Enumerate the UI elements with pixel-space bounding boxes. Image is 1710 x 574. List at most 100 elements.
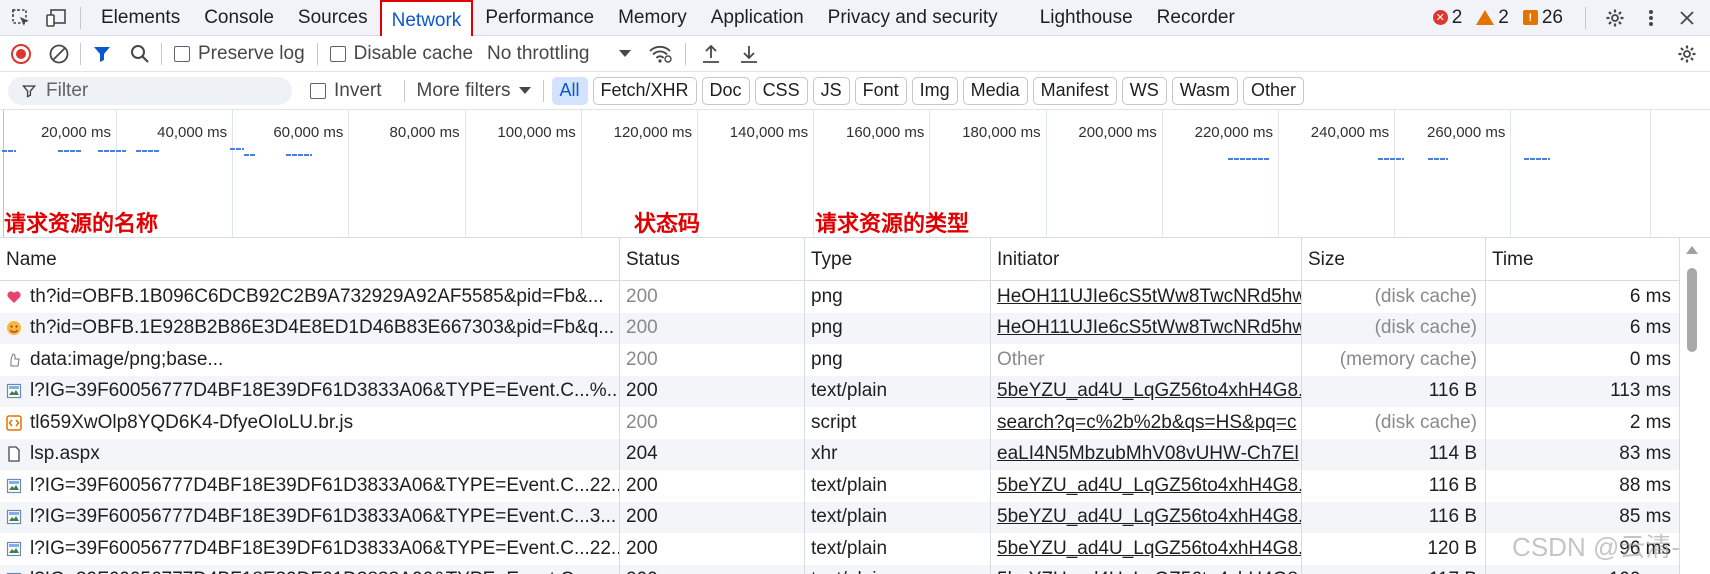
filter-funnel-icon[interactable] [83, 36, 121, 72]
filter-bar: Filter Invert More filters All Fetch/XHR D… [0, 72, 1710, 110]
timeline-gridline [1161, 110, 1163, 237]
cell-name: th?id=OBFB.1B096C6DCB92C2B9A732929A92AF5… [0, 281, 620, 313]
export-har-icon[interactable] [730, 36, 768, 72]
cell-size: 116 B [1302, 375, 1486, 407]
table-row[interactable]: th?id=OBFB.1E928B2B86E3D4E8ED1D46B83E667… [0, 312, 1680, 344]
tab-performance[interactable]: Performance [473, 0, 606, 36]
column-header-type[interactable]: Type [805, 238, 991, 281]
cell-name: lsp.aspx [0, 438, 620, 470]
tab-application[interactable]: Application [699, 0, 816, 36]
filter-chip-media[interactable]: Media [962, 76, 1028, 105]
throttling-select[interactable]: No throttling [487, 43, 632, 65]
more-filters-dropdown[interactable]: More filters [417, 80, 531, 102]
table-row[interactable]: l?IG=39F60056777D4BF18E39DF61D3833A06&TY… [0, 375, 1680, 407]
cell-initiator[interactable]: 5beYZU_ad4U_LqGZ56to4xhH4G8.b [991, 501, 1302, 533]
warning-count[interactable]: 2 [1476, 7, 1509, 29]
more-options-icon[interactable] [1636, 0, 1666, 36]
network-conditions-icon[interactable] [641, 36, 679, 72]
column-header-initiator[interactable]: Initiator [991, 238, 1302, 281]
tab-sources[interactable]: Sources [286, 0, 380, 36]
filter-chip-wasm[interactable]: Wasm [1171, 76, 1239, 105]
filter-chip-other[interactable]: Other [1243, 76, 1305, 105]
cell-initiator[interactable]: search?q=c%2b%2b&qs=HS&pq=c [991, 407, 1302, 439]
filter-input[interactable]: Filter [8, 76, 292, 105]
request-name-text: th?id=OBFB.1E928B2B86E3D4E8ED1D46B83E667… [30, 317, 615, 339]
checkbox-box[interactable] [329, 45, 346, 62]
tab-privacy-and-security[interactable]: Privacy and security [816, 0, 1010, 36]
checkbox-box[interactable] [174, 45, 190, 62]
cell-initiator[interactable]: HeOH11UJIe6cS5tWw8TwcNRd5hw [991, 281, 1302, 313]
table-row[interactable]: tl659XwOlp8YQD6K4-DfyeOIoLU.br.js 200 scri… [0, 407, 1680, 439]
tab-separator [80, 6, 81, 29]
error-count[interactable]: ✕ 2 [1432, 7, 1462, 29]
toolbar-separator [80, 42, 81, 65]
column-header-name[interactable]: Name [0, 238, 620, 281]
table-row[interactable]: l?IG=39F60056777D4BF18E39DF61D3833A06&TY… [0, 533, 1680, 565]
tab-elements[interactable]: Elements [89, 0, 192, 36]
cell-type: text/plain [805, 470, 991, 502]
device-toolbar-icon[interactable] [42, 0, 72, 36]
filter-chip-ws[interactable]: WS [1121, 76, 1167, 105]
image-file-icon [6, 541, 22, 557]
cell-time: 6 ms [1486, 281, 1680, 313]
table-row[interactable]: l?IG=39F60056777D4BF18E39DF61D3833A06&TY… [0, 470, 1680, 502]
cell-initiator[interactable]: HeOH11UJIe6cS5tWw8TwcNRd5hw [991, 312, 1302, 344]
cell-initiator[interactable]: 5beYZU_ad4U_LqGZ56to4xhH4G8.b [991, 470, 1302, 502]
timeline-gridline [232, 110, 234, 237]
network-overview-timeline[interactable]: 20,000 ms 40,000 ms 60,000 ms 80,000 ms 100,… [0, 110, 1710, 238]
filter-chip-font[interactable]: Font [854, 76, 907, 105]
tab-lighthouse[interactable]: Lighthouse [1028, 0, 1145, 36]
timeline-request-bar [136, 150, 160, 152]
filter-funnel-icon [22, 84, 36, 98]
heart-emoji-icon [6, 289, 22, 305]
filter-chip-css[interactable]: CSS [754, 76, 808, 105]
filter-chip-all[interactable]: All [551, 76, 588, 105]
timeline-gridline [1045, 110, 1047, 237]
settings-gear-icon[interactable] [1600, 0, 1630, 36]
filter-chip-fetch-xhr[interactable]: Fetch/XHR [592, 76, 697, 105]
clear-icon[interactable] [40, 36, 78, 72]
network-settings-gear-icon[interactable] [1668, 36, 1706, 72]
cell-type: text/plain [805, 375, 991, 407]
table-row[interactable]: l?IG=39F60056777D4BF18E39DF61D3833A06&TY… [0, 501, 1680, 533]
requests-table-header: Name Status Type Initiator Size Time [0, 238, 1680, 281]
timeline-tick-label: 160,000 ms [846, 124, 925, 141]
table-row[interactable]: l?IG=39F60056777D4BF18E39DF61D3833A06&TY… [0, 564, 1680, 574]
stop-recording-icon[interactable] [2, 36, 40, 72]
checkbox-box[interactable] [310, 82, 326, 99]
cell-size: 114 B [1302, 438, 1486, 470]
scrollbar-thumb[interactable] [1687, 268, 1697, 352]
issues-counter[interactable]: ✕ 2 2 ! 26 [1432, 0, 1710, 36]
info-count[interactable]: ! 26 [1522, 7, 1563, 29]
filter-chip-js[interactable]: JS [812, 76, 850, 105]
filter-chip-manifest[interactable]: Manifest [1032, 76, 1117, 105]
watermark: CSDN @云清- [1512, 532, 1680, 562]
cell-size: (disk cache) [1302, 312, 1486, 344]
vertical-scrollbar[interactable] [1680, 238, 1710, 574]
preserve-log-checkbox[interactable]: Preserve log [174, 43, 305, 65]
close-icon[interactable] [1672, 0, 1702, 36]
timeline-request-bar [2, 150, 16, 152]
tab-console[interactable]: Console [192, 0, 286, 36]
red-annotation-label: 请求资源的名称 [4, 211, 159, 237]
column-header-size[interactable]: Size [1302, 238, 1486, 281]
invert-checkbox[interactable]: Invert [310, 80, 382, 102]
filter-chip-doc[interactable]: Doc [701, 76, 750, 105]
search-icon[interactable] [121, 36, 159, 72]
inspect-element-icon[interactable] [6, 0, 36, 36]
disable-cache-checkbox[interactable]: Disable cache [329, 43, 473, 65]
scroll-up-arrow-icon[interactable] [1686, 246, 1698, 254]
cell-initiator[interactable]: 5beYZU_ad4U_LqGZ56to4xhH4G8.b [991, 533, 1302, 565]
table-row[interactable]: th?id=OBFB.1B096C6DCB92C2B9A732929A92AF5… [0, 281, 1680, 313]
import-har-icon[interactable] [692, 36, 730, 72]
tab-recorder[interactable]: Recorder [1145, 0, 1247, 36]
column-header-time[interactable]: Time [1486, 238, 1680, 281]
column-header-status[interactable]: Status [620, 238, 805, 281]
cell-initiator[interactable]: 5beYZU_ad4U_LqGZ56to4xhH4G8.b [991, 375, 1302, 407]
tab-memory[interactable]: Memory [606, 0, 699, 36]
table-row[interactable]: lsp.aspx 204 xhr eaLI4N5MbzubMhV08vUHW-Ch7E… [0, 438, 1680, 470]
cell-initiator[interactable]: eaLI4N5MbzubMhV08vUHW-Ch7El [991, 438, 1302, 470]
filter-chip-img[interactable]: Img [911, 76, 958, 105]
table-row[interactable]: data:image/png;base... 200 png Other (memory… [0, 344, 1680, 376]
cell-initiator[interactable]: 5beYZU_ad4U_LqGZ56to4xhH4G8.b [991, 564, 1302, 574]
